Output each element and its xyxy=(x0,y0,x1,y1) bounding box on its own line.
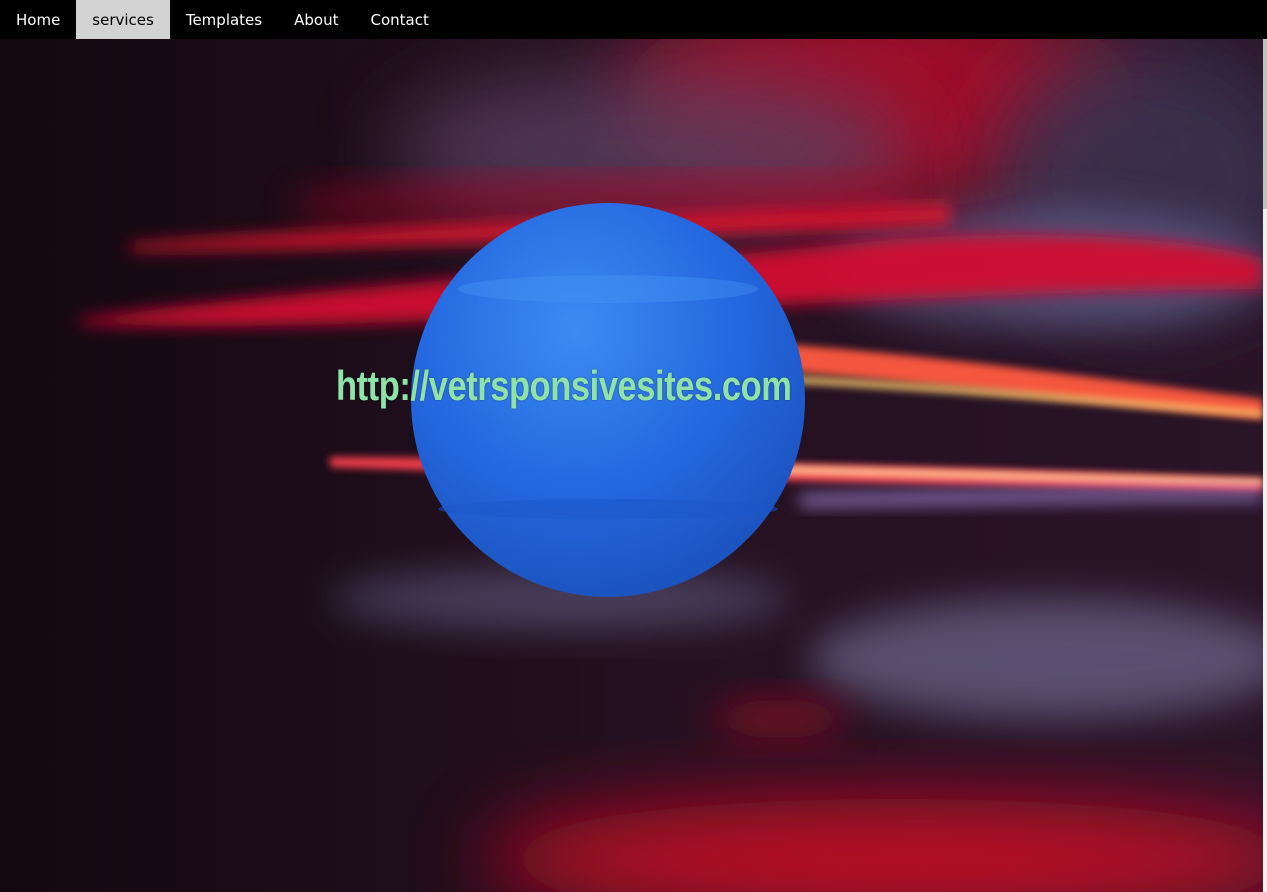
nav-services[interactable]: services xyxy=(76,0,170,39)
nav-contact[interactable]: Contact xyxy=(354,0,444,39)
hero-artwork xyxy=(0,39,1263,892)
nav-home[interactable]: Home xyxy=(0,0,76,39)
scrollbar-thumb[interactable] xyxy=(1263,39,1267,209)
nav-templates[interactable]: Templates xyxy=(170,0,278,39)
site-url-text: http://vetrsponsivesites.com xyxy=(336,362,792,409)
page-scrollbar[interactable] xyxy=(1263,39,1267,892)
top-navbar: Home services Templates About Contact xyxy=(0,0,1267,39)
hero-background-image xyxy=(0,39,1263,892)
nav-about[interactable]: About xyxy=(278,0,354,39)
